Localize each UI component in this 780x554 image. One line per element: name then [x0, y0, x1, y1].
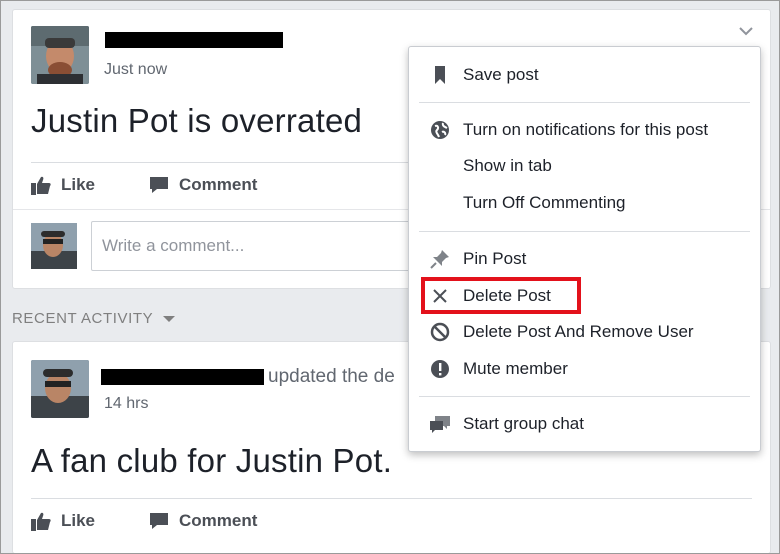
menu-item-label: Save post	[463, 65, 539, 84]
thumbs-up-icon	[31, 512, 51, 531]
pin-icon	[429, 248, 451, 270]
post-options-menu: Save post Turn on notifications for this…	[408, 46, 761, 452]
speech-bubble-icon	[149, 176, 169, 194]
menu-separator	[419, 396, 750, 397]
menu-item-delete-and-remove-user[interactable]: Delete Post And Remove User	[409, 314, 760, 350]
menu-item-show-in-tab[interactable]: Show in tab	[409, 148, 760, 184]
menu-item-label: Start group chat	[463, 414, 584, 433]
menu-item-start-group-chat[interactable]: Start group chat	[409, 406, 760, 442]
screenshot-frame: Just now Justin Pot is overrated Like Co…	[0, 0, 780, 554]
activity-text: updated the de	[268, 366, 395, 387]
chat-icon	[429, 413, 451, 435]
menu-item-notifications[interactable]: Turn on notifications for this post	[409, 112, 760, 148]
menu-item-label: Turn Off Commenting	[463, 193, 626, 212]
delete-post-highlight-box	[421, 277, 581, 314]
post-text: Justin Pot is overrated	[31, 102, 363, 139]
recent-activity-toggle[interactable]: RECENT ACTIVITY	[12, 310, 176, 327]
block-icon	[429, 321, 451, 343]
caret-down-icon	[163, 315, 176, 322]
author-avatar[interactable]	[31, 360, 89, 418]
post-text: A fan club for Justin Pot.	[31, 442, 393, 479]
like-button[interactable]: Like	[31, 511, 95, 531]
comment-label: Comment	[179, 175, 258, 194]
author-name-redacted[interactable]	[105, 32, 283, 48]
bookmark-icon	[429, 64, 451, 86]
author-avatar[interactable]	[31, 26, 89, 84]
like-label: Like	[61, 511, 96, 530]
comment-input[interactable]	[91, 221, 431, 271]
menu-item-label: Pin Post	[463, 249, 527, 268]
menu-item-label: Delete Post And Remove User	[463, 322, 694, 341]
speech-bubble-icon	[149, 512, 169, 530]
menu-separator	[419, 231, 750, 232]
post-timestamp[interactable]: 14 hrs	[104, 395, 148, 413]
menu-item-mute-member[interactable]: Mute member	[409, 351, 760, 387]
thumbs-up-icon	[31, 176, 51, 195]
alert-icon	[429, 358, 451, 380]
commenter-avatar[interactable]	[31, 223, 77, 269]
divider	[31, 498, 752, 499]
chevron-down-icon[interactable]	[739, 27, 753, 36]
menu-item-turn-off-commenting[interactable]: Turn Off Commenting	[409, 185, 760, 221]
comment-button[interactable]: Comment	[149, 175, 257, 195]
post-timestamp[interactable]: Just now	[104, 61, 167, 79]
menu-item-label: Turn on notifications for this post	[463, 120, 709, 139]
menu-item-label: Show in tab	[463, 156, 552, 175]
like-label: Like	[61, 175, 96, 194]
menu-item-pin-post[interactable]: Pin Post	[409, 241, 760, 277]
like-button[interactable]: Like	[31, 175, 95, 195]
menu-separator	[419, 102, 750, 103]
recent-activity-label: RECENT ACTIVITY	[12, 310, 154, 327]
comment-button[interactable]: Comment	[149, 511, 257, 531]
author-name-redacted[interactable]	[101, 369, 264, 385]
menu-item-save-post[interactable]: Save post	[409, 57, 760, 93]
menu-item-label: Mute member	[463, 359, 568, 378]
globe-icon	[429, 119, 451, 141]
comment-label: Comment	[179, 511, 258, 530]
